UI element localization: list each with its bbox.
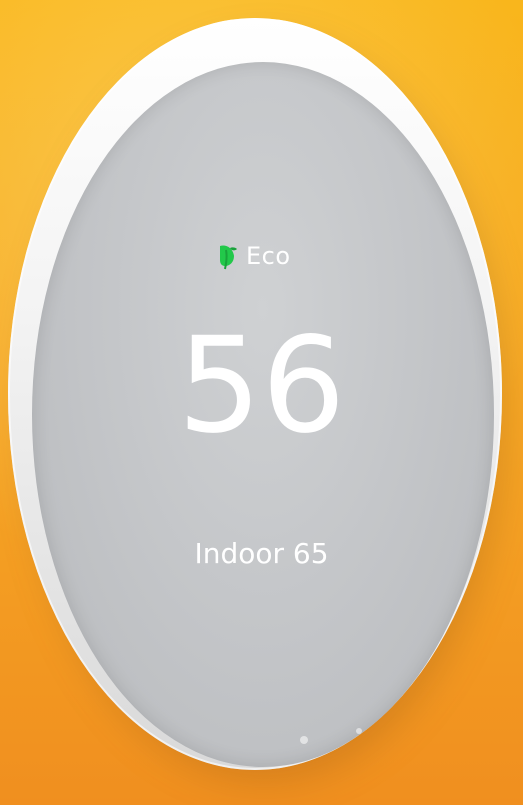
sparkle bbox=[356, 728, 362, 734]
eco-label: Eco bbox=[246, 242, 291, 270]
target-temperature[interactable]: 56 bbox=[0, 320, 523, 452]
leaf-icon bbox=[216, 242, 238, 270]
sparkle bbox=[300, 736, 308, 744]
indoor-temperature: Indoor 65 bbox=[194, 537, 329, 570]
eco-mode-indicator: Eco bbox=[216, 236, 291, 276]
